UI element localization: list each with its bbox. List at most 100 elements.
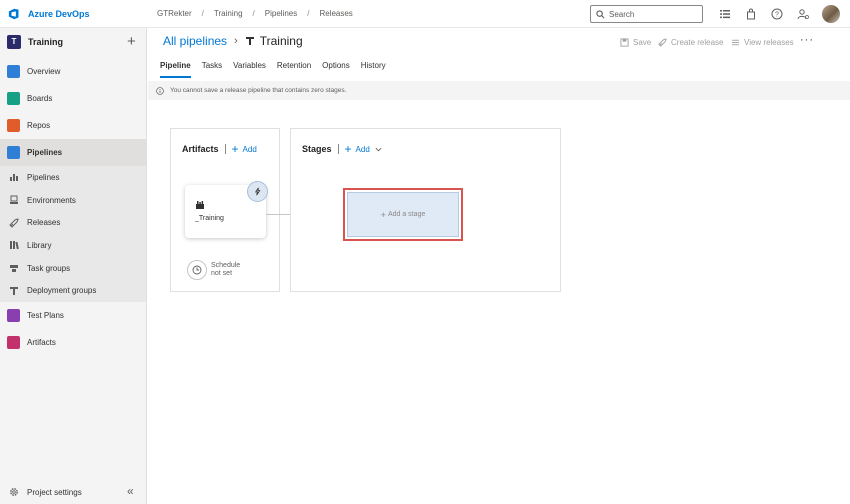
plus-icon: + bbox=[344, 142, 352, 156]
project-selector[interactable]: T Training bbox=[0, 28, 146, 55]
add-stage-button[interactable]: + Add a stage bbox=[347, 192, 459, 237]
save-label: Save bbox=[633, 38, 652, 47]
environments-icon bbox=[10, 195, 18, 205]
nav-menu: Overview Boards Repos Pipelines Pipeline… bbox=[0, 58, 146, 356]
save-button[interactable]: Save bbox=[620, 38, 651, 47]
create-release-label: Create release bbox=[671, 38, 724, 47]
sidebar-subitem-label: Task groups bbox=[27, 263, 71, 273]
repos-icon bbox=[7, 119, 20, 132]
add-artifact-button[interactable]: + Add bbox=[231, 142, 257, 156]
breadcrumb-project[interactable]: Training bbox=[210, 9, 247, 18]
view-releases-button[interactable]: View releases bbox=[731, 38, 794, 47]
sidebar-item-overview[interactable]: Overview bbox=[0, 58, 146, 85]
continuous-deployment-trigger-button[interactable] bbox=[247, 181, 268, 202]
artifacts-panel: Artifacts + Add _Training Schedule not s… bbox=[170, 128, 280, 292]
breadcrumb: GTRekter / Training / Pipelines / Releas… bbox=[153, 9, 357, 18]
lightning-icon bbox=[254, 187, 261, 196]
breadcrumb-org[interactable]: GTRekter bbox=[153, 9, 196, 18]
add-artifact-label: Add bbox=[242, 144, 257, 154]
breadcrumb-releases[interactable]: Releases bbox=[315, 9, 356, 18]
boards-icon bbox=[7, 92, 20, 105]
pipeline-icon bbox=[245, 37, 254, 45]
all-pipelines-link[interactable]: All pipelines bbox=[163, 34, 227, 48]
sidebar: T Training + Overview Boards Repos Pipel… bbox=[0, 28, 147, 504]
sidebar-subitem-label: Pipelines bbox=[27, 172, 60, 182]
add-project-icon[interactable]: + bbox=[127, 34, 136, 49]
add-stage-dropdown-label: Add bbox=[355, 144, 370, 154]
artifacts-title: Artifacts bbox=[182, 144, 219, 154]
tab-bar: Pipeline Tasks Variables Retention Optio… bbox=[160, 61, 397, 78]
tab-history[interactable]: History bbox=[361, 61, 386, 78]
stages-header: Stages + Add bbox=[302, 142, 382, 156]
add-stage-dropdown[interactable]: + Add bbox=[344, 142, 382, 156]
add-stage-highlight: + Add a stage bbox=[343, 188, 463, 241]
schedule-line1: Schedule bbox=[211, 262, 241, 269]
collapse-sidebar-icon[interactable]: « bbox=[127, 484, 134, 498]
search-input[interactable]: Search bbox=[590, 5, 703, 23]
search-placeholder: Search bbox=[609, 9, 635, 19]
sidebar-item-repos[interactable]: Repos bbox=[0, 112, 146, 139]
info-icon bbox=[156, 86, 164, 95]
project-settings-label: Project settings bbox=[27, 487, 82, 497]
schedule-label: Schedule not set bbox=[211, 262, 240, 278]
brand[interactable]: Azure DevOps bbox=[0, 0, 147, 28]
tab-pipeline[interactable]: Pipeline bbox=[160, 61, 191, 78]
list-settings-icon[interactable] bbox=[719, 8, 731, 20]
overview-icon bbox=[7, 65, 20, 78]
user-settings-icon[interactable] bbox=[797, 8, 809, 20]
sidebar-item-artifacts[interactable]: Artifacts bbox=[0, 329, 146, 356]
project-badge: T bbox=[7, 34, 21, 49]
plus-icon: + bbox=[380, 209, 386, 220]
artifacts-icon bbox=[7, 336, 20, 350]
clock-icon bbox=[187, 260, 207, 280]
artifacts-header: Artifacts + Add bbox=[182, 142, 257, 156]
sidebar-subitem-releases[interactable]: Releases bbox=[0, 211, 146, 234]
sidebar-item-test-plans[interactable]: Test Plans bbox=[0, 302, 146, 329]
page-header: All pipelines › Training bbox=[163, 34, 303, 48]
info-message: You cannot save a release pipeline that … bbox=[170, 87, 347, 94]
help-icon[interactable]: ? bbox=[771, 8, 783, 20]
sidebar-item-label: Test Plans bbox=[27, 311, 64, 321]
sidebar-subitem-pipelines[interactable]: Pipelines bbox=[0, 166, 146, 189]
more-options-icon[interactable]: ··· bbox=[800, 34, 814, 46]
project-settings-link[interactable]: Project settings bbox=[0, 482, 146, 502]
schedule-line2: not set bbox=[211, 270, 233, 277]
main-content: All pipelines › Training Save Create rel… bbox=[148, 28, 850, 504]
tab-retention[interactable]: Retention bbox=[277, 61, 311, 78]
pipelines-submenu: Pipelines Environments Releases Library bbox=[0, 166, 146, 303]
search-icon bbox=[596, 9, 605, 18]
user-avatar[interactable] bbox=[822, 5, 840, 23]
info-message-bar: You cannot save a release pipeline that … bbox=[148, 81, 850, 100]
app-name: Azure DevOps bbox=[28, 8, 90, 19]
sidebar-subitem-library[interactable]: Library bbox=[0, 234, 146, 257]
page-title: Training bbox=[259, 34, 303, 48]
sidebar-subitem-label: Deployment groups bbox=[27, 286, 97, 296]
breadcrumb-separator: / bbox=[252, 9, 255, 18]
header-divider bbox=[224, 144, 226, 154]
marketplace-bag-icon[interactable] bbox=[745, 8, 757, 20]
sidebar-subitem-label: Releases bbox=[27, 218, 61, 228]
pipelines-icon bbox=[7, 146, 20, 159]
pipelines-chart-icon bbox=[10, 174, 18, 182]
list-icon bbox=[731, 39, 740, 46]
chevron-right-icon: › bbox=[234, 35, 238, 47]
sidebar-subitem-task-groups[interactable]: Task groups bbox=[0, 257, 146, 280]
plus-icon: + bbox=[231, 142, 239, 156]
sidebar-subitem-environments[interactable]: Environments bbox=[0, 189, 146, 212]
task-groups-icon bbox=[10, 265, 18, 273]
tab-options[interactable]: Options bbox=[322, 61, 350, 78]
create-release-button[interactable]: Create release bbox=[658, 38, 723, 47]
sidebar-item-pipelines[interactable]: Pipelines bbox=[0, 139, 146, 166]
tab-tasks[interactable]: Tasks bbox=[202, 61, 222, 78]
tab-variables[interactable]: Variables bbox=[233, 61, 266, 78]
project-name: Training bbox=[28, 36, 64, 47]
breadcrumb-pipelines[interactable]: Pipelines bbox=[261, 9, 301, 18]
view-releases-label: View releases bbox=[744, 38, 794, 47]
rocket-icon bbox=[658, 38, 667, 47]
sidebar-item-label: Overview bbox=[27, 67, 61, 76]
stages-title: Stages bbox=[302, 144, 332, 154]
sidebar-subitem-deployment-groups[interactable]: Deployment groups bbox=[0, 279, 146, 302]
sidebar-item-boards[interactable]: Boards bbox=[0, 85, 146, 112]
schedule-trigger[interactable]: Schedule not set bbox=[187, 260, 240, 280]
header-divider bbox=[337, 144, 339, 154]
